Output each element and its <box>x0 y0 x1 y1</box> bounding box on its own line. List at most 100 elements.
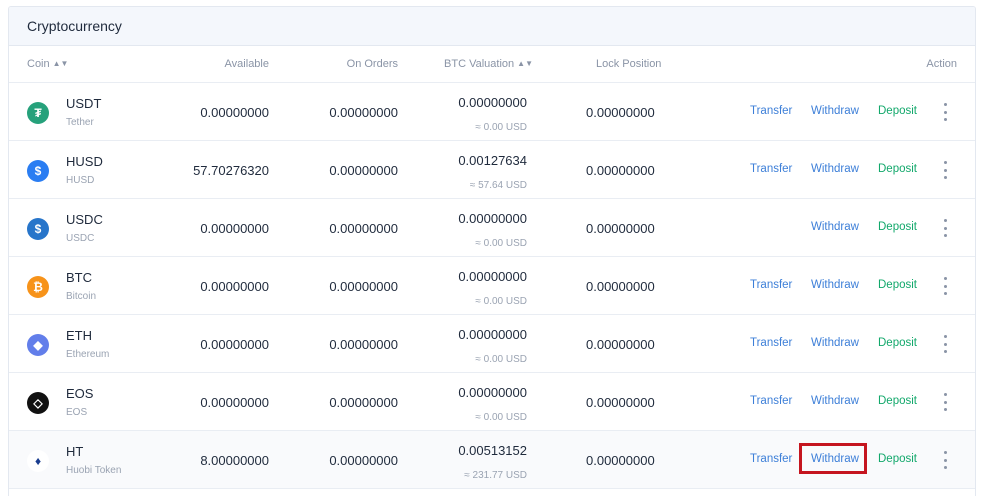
btc-valuation-amount: 0.00000000 <box>458 95 527 110</box>
table-row: ◆ ETH Ethereum 0.00000000 0.00000000 0.000000… <box>9 315 975 373</box>
panel-title: Cryptocurrency <box>9 7 975 46</box>
coin-name: HUSD <box>66 175 95 186</box>
coin-name: EOS <box>66 407 88 418</box>
transfer-button[interactable]: Transfer <box>750 105 792 117</box>
coin-glyph: $ <box>34 222 42 236</box>
coin-glyph: ₮ <box>34 106 42 120</box>
lock-position-column-header: Lock Position <box>596 58 662 70</box>
lock-position-amount: 0.00000000 <box>586 105 655 120</box>
available-amount: 8.00000000 <box>200 453 269 468</box>
withdraw-button[interactable]: Withdraw <box>811 337 859 349</box>
on-orders-amount: 0.00000000 <box>329 163 398 178</box>
more-options-icon[interactable] <box>939 219 951 237</box>
coin-symbol: BTC <box>66 270 92 285</box>
deposit-button[interactable]: Deposit <box>878 395 917 407</box>
deposit-button[interactable]: Deposit <box>878 163 917 175</box>
available-amount: 57.70276320 <box>193 163 269 178</box>
withdraw-button[interactable]: Withdraw <box>811 163 859 175</box>
coin-name: Tether <box>66 117 94 128</box>
usd-valuation: ≈ 231.77 USD <box>464 470 527 481</box>
bitcoin-icon: ₿ <box>27 276 49 298</box>
deposit-button[interactable]: Deposit <box>878 337 917 349</box>
usd-valuation: ≈ 0.00 USD <box>475 238 527 249</box>
on-orders-column-header: On Orders <box>346 58 398 70</box>
available-amount: 0.00000000 <box>200 221 269 236</box>
more-options-icon[interactable] <box>939 451 951 469</box>
available-amount: 0.00000000 <box>200 395 269 410</box>
coin-glyph: ♦ <box>34 454 42 468</box>
coin-symbol: HT <box>66 444 84 459</box>
usd-valuation: ≈ 0.00 USD <box>475 412 527 423</box>
on-orders-amount: 0.00000000 <box>329 105 398 120</box>
coin-glyph: ₿ <box>33 280 43 294</box>
usd-valuation: ≈ 0.00 USD <box>475 354 527 365</box>
btc-valuation-amount: 0.00000000 <box>458 269 527 284</box>
available-amount: 0.00000000 <box>200 337 269 352</box>
table-row: ◇ EOS EOS 0.00000000 0.00000000 0.00000000 ≈ 0… <box>9 373 975 431</box>
withdraw-button[interactable]: Withdraw <box>811 395 859 407</box>
btc-valuation-amount: 0.00127634 <box>458 153 527 168</box>
table-row: ♦ HT Huobi Token 8.00000000 0.00000000 0.0051… <box>9 431 975 489</box>
more-options-icon[interactable] <box>939 393 951 411</box>
btc-valuation-amount: 0.00513152 <box>458 443 527 458</box>
ethereum-icon: ◆ <box>27 334 49 356</box>
more-options-icon[interactable] <box>939 103 951 121</box>
btc-valuation-header-label: BTC Valuation <box>444 58 515 70</box>
transfer-button[interactable]: Transfer <box>750 453 792 465</box>
deposit-button[interactable]: Deposit <box>878 279 917 291</box>
withdraw-button[interactable]: Withdraw <box>811 221 859 233</box>
sort-icon: ▲▼ <box>517 59 533 68</box>
available-amount: 0.00000000 <box>200 105 269 120</box>
on-orders-amount: 0.00000000 <box>329 453 398 468</box>
coin-glyph: $ <box>34 164 42 178</box>
table-row: ₿ BTC Bitcoin 0.00000000 0.00000000 0.0000000… <box>9 257 975 315</box>
withdraw-button[interactable]: Withdraw <box>811 279 859 291</box>
coin-glyph: ◆ <box>33 338 43 352</box>
available-amount: 0.00000000 <box>200 279 269 294</box>
lock-position-amount: 0.00000000 <box>586 337 655 352</box>
btc-valuation-column-header[interactable]: BTC Valuation ▲▼ <box>444 46 533 82</box>
coin-column-header[interactable]: Coin ▲▼ <box>27 46 68 82</box>
on-orders-amount: 0.00000000 <box>329 395 398 410</box>
lock-position-amount: 0.00000000 <box>586 163 655 178</box>
btc-valuation-amount: 0.00000000 <box>458 211 527 226</box>
more-options-icon[interactable] <box>939 277 951 295</box>
deposit-button[interactable]: Deposit <box>878 453 917 465</box>
coin-name: Bitcoin <box>66 291 97 302</box>
table-header: Coin ▲▼ Available On Orders BTC Valuation… <box>9 46 975 83</box>
lock-position-amount: 0.00000000 <box>586 221 655 236</box>
transfer-button[interactable]: Transfer <box>750 163 792 175</box>
withdraw-button[interactable]: Withdraw <box>811 105 859 117</box>
table-row: $ HUSD HUSD 57.70276320 0.00000000 0.00127634… <box>9 141 975 199</box>
cryptocurrency-panel: Cryptocurrency Coin ▲▼ Available On Order… <box>8 6 976 496</box>
lock-position-amount: 0.00000000 <box>586 395 655 410</box>
transfer-button[interactable]: Transfer <box>750 279 792 291</box>
table-row: ₮ USDT Tether 0.00000000 0.00000000 0.0000000… <box>9 83 975 141</box>
btc-valuation-amount: 0.00000000 <box>458 327 527 342</box>
coin-symbol: ETH <box>66 328 92 343</box>
coin-symbol: HUSD <box>66 154 103 169</box>
coin-symbol: USDT <box>66 96 102 111</box>
transfer-button[interactable]: Transfer <box>750 337 792 349</box>
lock-position-amount: 0.00000000 <box>586 279 655 294</box>
btc-valuation-amount: 0.00000000 <box>458 385 527 400</box>
usd-valuation: ≈ 0.00 USD <box>475 296 527 307</box>
deposit-button[interactable]: Deposit <box>878 105 917 117</box>
coin-glyph: ◇ <box>33 396 43 410</box>
deposit-button[interactable]: Deposit <box>878 221 917 233</box>
action-column-header: Action <box>926 58 957 70</box>
transfer-button[interactable]: Transfer <box>750 395 792 407</box>
on-orders-amount: 0.00000000 <box>329 221 398 236</box>
on-orders-amount: 0.00000000 <box>329 279 398 294</box>
more-options-icon[interactable] <box>939 161 951 179</box>
coin-table-body: ₮ USDT Tether 0.00000000 0.00000000 0.0000000… <box>9 83 975 489</box>
husd-icon: $ <box>27 160 49 182</box>
more-options-icon[interactable] <box>939 335 951 353</box>
huobi-token-icon: ♦ <box>27 450 49 472</box>
usdc-icon: $ <box>27 218 49 240</box>
sort-icon: ▲▼ <box>52 59 69 68</box>
tether-icon: ₮ <box>27 102 49 124</box>
coin-name: Huobi Token <box>66 465 122 476</box>
table-row: $ USDC USDC 0.00000000 0.00000000 0.00000000 ≈… <box>9 199 975 257</box>
available-column-header: Available <box>224 58 269 70</box>
